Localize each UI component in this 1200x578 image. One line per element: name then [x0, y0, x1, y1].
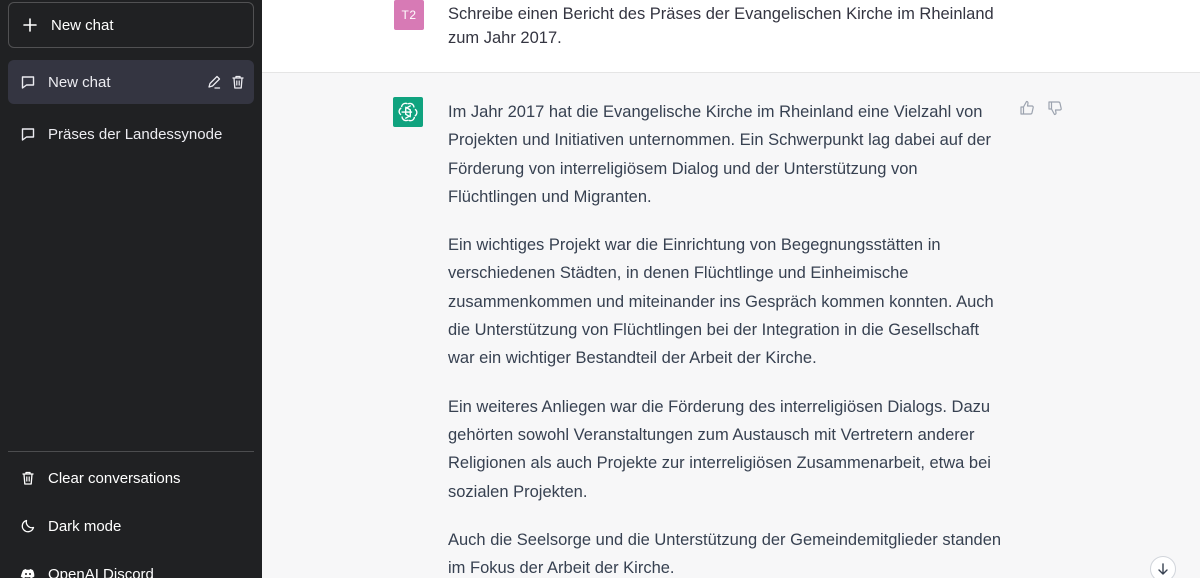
openai-discord-label: OpenAI Discord	[48, 565, 154, 578]
dark-mode-label: Dark mode	[48, 517, 122, 535]
user-message-text: Schreibe einen Bericht des Präses der Ev…	[448, 5, 994, 47]
pencil-icon[interactable]	[206, 74, 222, 90]
new-chat-button[interactable]: New chat	[8, 2, 254, 48]
sidebar-divider	[8, 451, 254, 452]
conversation-item-praeses[interactable]: Präses der Landessynode	[8, 112, 254, 156]
trash-icon[interactable]	[230, 74, 246, 90]
conversation-label: New chat	[48, 73, 111, 91]
conversation-actions	[206, 74, 246, 90]
arrow-down-icon	[1156, 562, 1170, 576]
sidebar: New chat New chat Präses der Landessynod…	[0, 0, 262, 578]
openai-discord-link[interactable]: OpenAI Discord	[8, 552, 254, 578]
feedback-buttons	[1019, 100, 1063, 116]
assistant-message-text: Im Jahr 2017 hat die Evangelische Kirche…	[448, 98, 1008, 578]
conversation-label: Präses der Landessynode	[48, 125, 223, 143]
conversation-item-new-chat[interactable]: New chat	[8, 60, 254, 104]
clear-conversations-button[interactable]: Clear conversations	[8, 456, 254, 500]
trash-icon	[20, 470, 36, 486]
discord-icon	[20, 566, 36, 578]
new-chat-label: New chat	[51, 16, 114, 34]
chat-bubble-icon	[20, 74, 36, 90]
assistant-message: Im Jahr 2017 hat die Evangelische Kirche…	[262, 73, 1200, 578]
thumbs-up-icon[interactable]	[1019, 100, 1035, 116]
chat-thread: T2 Schreibe einen Bericht des Präses der…	[262, 0, 1200, 578]
thumbs-down-icon[interactable]	[1047, 100, 1063, 116]
user-avatar: T2	[394, 0, 424, 30]
assistant-paragraph: Ein wichtiges Projekt war die Einrichtun…	[448, 236, 994, 368]
scroll-down-button[interactable]	[1150, 556, 1176, 578]
openai-logo-icon	[393, 97, 423, 127]
assistant-paragraph: Ein weiteres Anliegen war die Förderung …	[448, 397, 991, 501]
dark-mode-button[interactable]: Dark mode	[8, 504, 254, 548]
chat-bubble-icon	[20, 126, 36, 142]
assistant-paragraph: Auch die Seelsorge und die Unterstützung…	[448, 530, 1002, 578]
clear-conversations-label: Clear conversations	[48, 469, 181, 487]
moon-icon	[20, 518, 36, 534]
plus-icon	[22, 17, 38, 33]
assistant-paragraph: Im Jahr 2017 hat die Evangelische Kirche…	[448, 103, 991, 206]
user-message: T2 Schreibe einen Bericht des Präses der…	[262, 0, 1200, 73]
